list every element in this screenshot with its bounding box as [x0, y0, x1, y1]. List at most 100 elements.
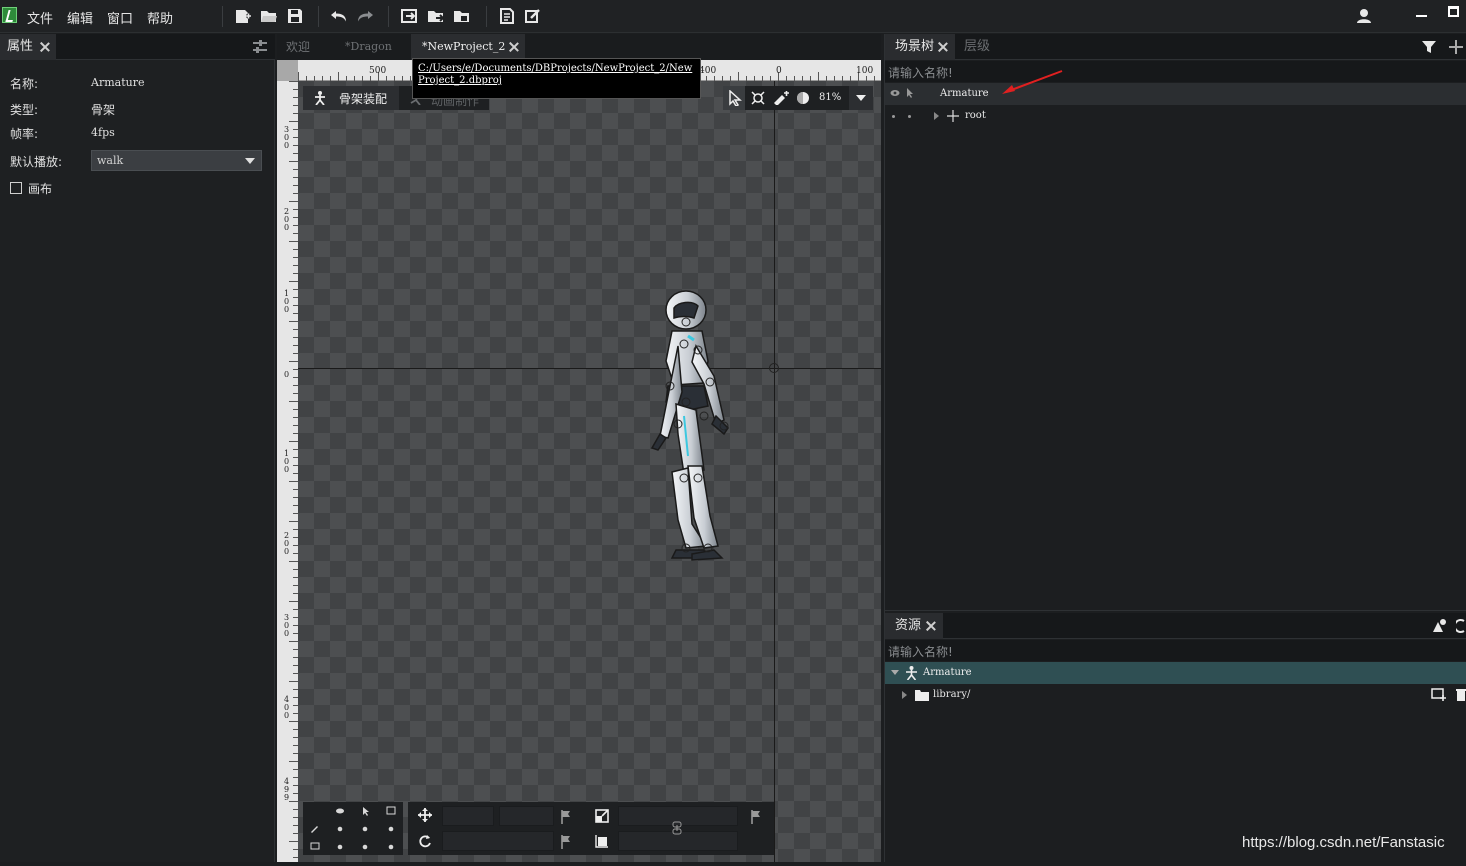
user-icon[interactable] — [1355, 7, 1373, 25]
menu-help[interactable]: 帮助 — [147, 8, 173, 27]
flag-icon[interactable] — [560, 810, 572, 824]
name-value: Armature — [91, 76, 145, 89]
type-label: 类型: — [10, 103, 39, 117]
add-icon[interactable] — [1449, 39, 1463, 55]
collapse-arrow-icon[interactable] — [891, 670, 899, 675]
asset-row-library[interactable]: library/ — [885, 684, 1466, 706]
rotation-value-field[interactable] — [442, 831, 554, 851]
visibility-toolbox-glyphs[interactable] — [303, 802, 403, 855]
tab-newproject-2[interactable]: *NewProject_2 — [411, 34, 525, 60]
undo-icon[interactable] — [330, 7, 348, 25]
display-mode-icon[interactable] — [796, 91, 810, 105]
ruler-corner — [277, 60, 298, 81]
expand-arrow-icon[interactable] — [934, 112, 939, 120]
close-icon[interactable] — [926, 621, 936, 631]
type-value: 骨架 — [91, 103, 116, 117]
document-tabbar: 欢迎 *Dragon *NewProject_2 — [277, 34, 881, 60]
stage-area: 欢迎 *Dragon *NewProject_2 500 400 0 100 3… — [277, 34, 881, 862]
select-cursor-icon[interactable] — [728, 90, 742, 106]
visibility-dot-icon[interactable] — [892, 115, 895, 118]
close-icon[interactable] — [40, 42, 50, 52]
tab-dragon[interactable]: *Dragon — [335, 34, 411, 60]
edit-icon[interactable] — [524, 7, 542, 25]
asset-add-icon[interactable] — [1431, 618, 1447, 634]
cursor-lock-icon[interactable] — [906, 88, 914, 98]
tab-properties-label: 属性 — [7, 39, 34, 54]
armature-figure-icon — [315, 91, 325, 105]
import-image-icon[interactable] — [1431, 688, 1447, 702]
move-icon[interactable] — [418, 808, 432, 822]
canvas-label: 画布 — [28, 182, 53, 196]
delete-icon[interactable] — [1456, 688, 1466, 702]
lock-dot-icon[interactable] — [908, 115, 911, 118]
scale-icon[interactable] — [595, 809, 609, 823]
minimize-button[interactable] — [1410, 4, 1434, 26]
y-axis-line — [774, 81, 775, 862]
mode-armature-label: 骨架装配 — [339, 92, 388, 106]
maximize-button[interactable] — [1442, 4, 1466, 26]
watermark: https://blog.csdn.net/Fanstasic — [1242, 834, 1445, 851]
tab-hierarchy-label: 层级 — [964, 39, 991, 54]
tab-assets[interactable]: 资源 — [885, 613, 943, 639]
tab-properties[interactable]: 属性 — [0, 34, 56, 60]
tree-row-root[interactable]: root — [885, 105, 1466, 127]
tab-hierarchy[interactable]: 层级 — [957, 34, 1007, 60]
file-path-tooltip: C:/Users/e/Documents/DBProjects/NewProje… — [412, 58, 701, 99]
document-icon[interactable] — [498, 7, 516, 25]
tree-node-label: root — [965, 110, 986, 121]
rotate-icon[interactable] — [418, 834, 432, 848]
close-icon[interactable] — [509, 42, 519, 52]
zoom-level[interactable]: 81% — [819, 92, 841, 103]
close-icon[interactable] — [938, 42, 948, 52]
assets-tabbar: 资源 — [885, 613, 1466, 639]
link-icon[interactable] — [671, 821, 683, 835]
canvas-checkbox[interactable] — [10, 182, 22, 194]
export-folder-icon[interactable] — [427, 7, 445, 25]
import-icon[interactable] — [401, 7, 419, 25]
flag-icon[interactable] — [750, 810, 762, 824]
name-label: 名称: — [10, 77, 39, 91]
tab-welcome[interactable]: 欢迎 — [277, 34, 335, 60]
tab-scene-tree[interactable]: 场景树 — [885, 34, 955, 60]
new-file-icon[interactable] — [234, 7, 252, 25]
asset-row-armature[interactable]: Armature — [885, 662, 1466, 684]
y-value-field[interactable] — [499, 806, 554, 826]
transform-icon[interactable] — [751, 91, 765, 105]
skew-icon[interactable] — [595, 834, 609, 848]
tab-scene-tree-label: 场景树 — [895, 39, 935, 54]
zoom-dropdown-button[interactable] — [849, 86, 873, 110]
default-play-select[interactable]: walk — [91, 150, 262, 171]
menu-window[interactable]: 窗口 — [107, 8, 133, 27]
tree-row-armature[interactable]: Armature — [885, 83, 1466, 105]
filter-icon[interactable] — [1421, 39, 1437, 55]
ruler-top-label: 0 — [776, 66, 782, 76]
ruler-left-label: 300 — [284, 125, 290, 150]
redo-icon[interactable] — [356, 7, 374, 25]
asset-refresh-icon[interactable] — [1456, 618, 1466, 634]
bone-create-icon[interactable] — [773, 91, 789, 105]
menu-file[interactable]: 文件 — [27, 8, 53, 27]
framerate-value: 4fps — [91, 126, 115, 139]
ruler-left-label: 100 — [284, 289, 290, 314]
save-icon[interactable] — [286, 7, 304, 25]
menu-bar: 文件 编辑 窗口 帮助 — [0, 0, 1466, 33]
stage-viewport[interactable]: 骨架装配 动画制作 81% — [298, 81, 881, 862]
menu-edit[interactable]: 编辑 — [67, 8, 93, 27]
ruler-top-label: 400 — [699, 66, 717, 76]
assets-search-input[interactable]: 请输入名称! — [885, 640, 1466, 661]
flag-icon[interactable] — [560, 835, 572, 849]
visibility-toolbox — [303, 802, 403, 855]
open-folder-icon[interactable] — [260, 7, 278, 25]
scene-tree-tabbar: 场景树 层级 — [885, 34, 1466, 60]
scene-tree-search-input[interactable]: 请输入名称! — [885, 61, 1466, 82]
publish-folder-icon[interactable] — [453, 7, 471, 25]
x-value-field[interactable] — [442, 806, 494, 826]
panel-options-icon[interactable] — [252, 40, 268, 54]
asset-node-label: Armature — [923, 667, 972, 678]
expand-arrow-icon[interactable] — [902, 691, 907, 699]
mode-armature-button[interactable]: 骨架装配 — [303, 86, 399, 110]
chevron-down-icon — [856, 95, 866, 101]
armature-character[interactable] — [648, 286, 758, 576]
eye-icon[interactable] — [890, 89, 900, 97]
origin-marker[interactable] — [769, 363, 779, 373]
